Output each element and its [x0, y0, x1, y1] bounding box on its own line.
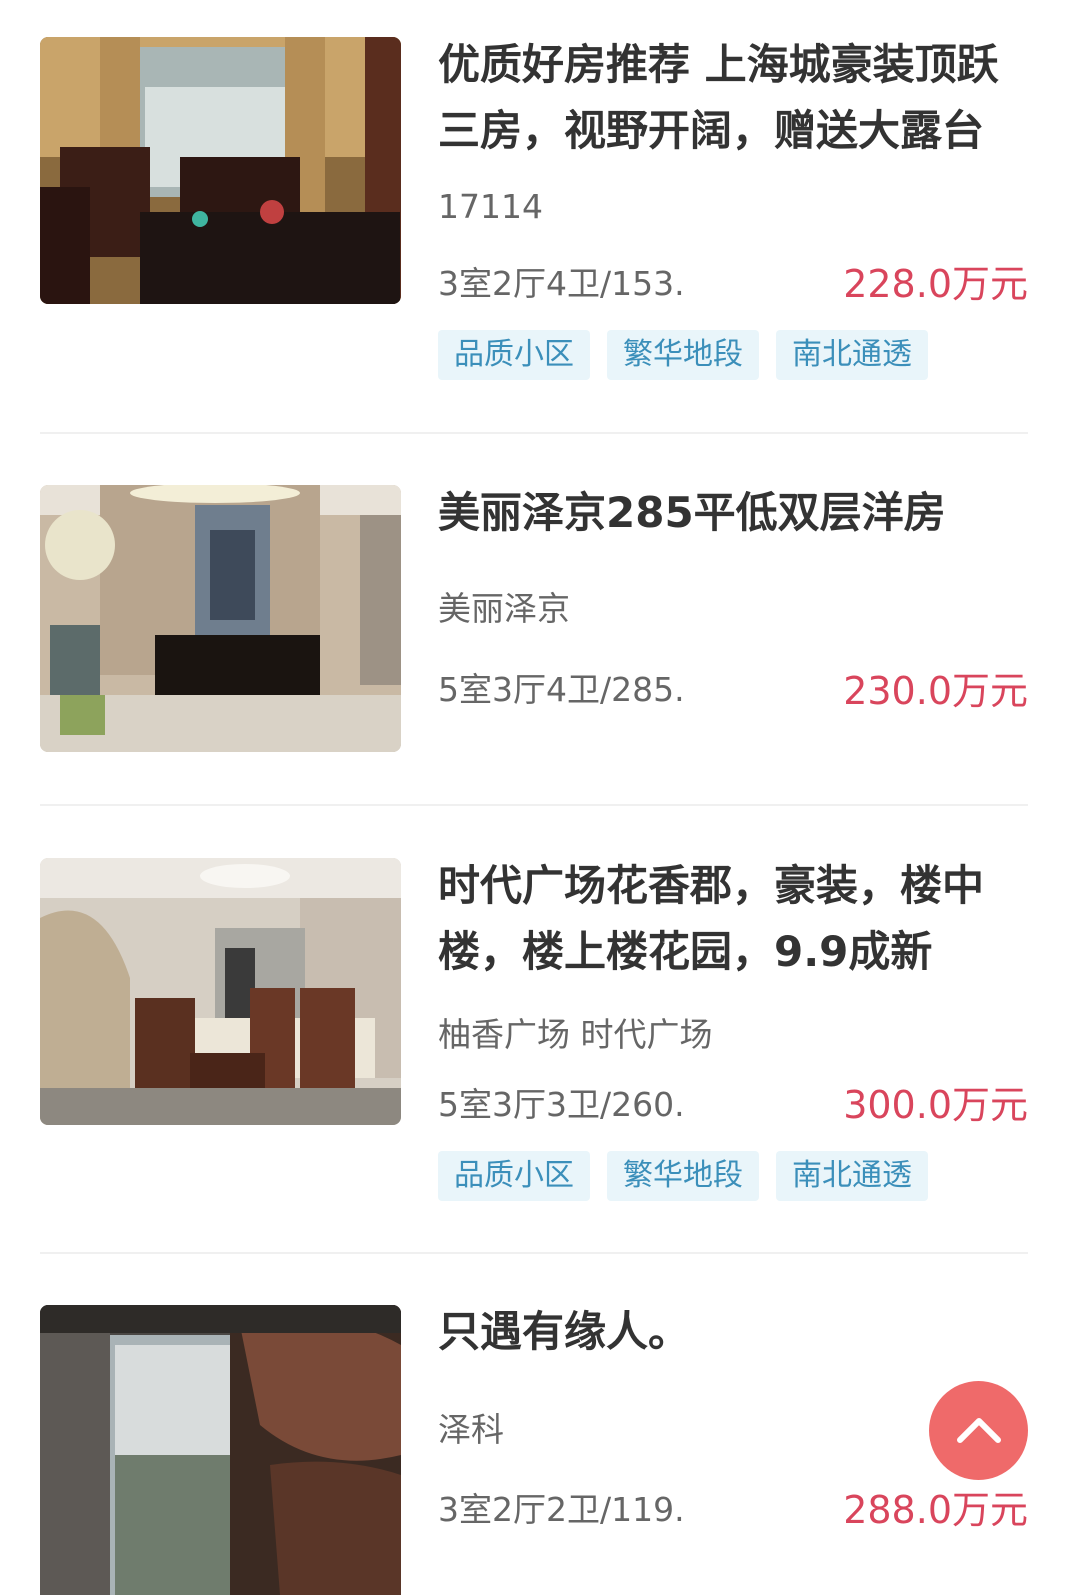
listing-layout: 3室2厅4卫/153.: [438, 264, 685, 303]
listing-title[interactable]: 只遇有缘人。: [438, 1299, 1030, 1365]
tag: 南北通透: [776, 1151, 928, 1201]
divider: [40, 804, 1028, 806]
tag: 品质小区: [438, 330, 590, 380]
listing-community: 柚香广场 时代广场: [438, 1015, 713, 1054]
listing-community: 17114: [438, 187, 543, 226]
listing-price: 288.0万元: [843, 1488, 1028, 1532]
divider: [40, 432, 1028, 434]
back-to-top-button[interactable]: [929, 1381, 1028, 1480]
listing-title[interactable]: 优质好房推荐 上海城豪装顶跃三房，视野开阔，赠送大露台: [438, 32, 1030, 164]
listing-price: 230.0万元: [843, 669, 1028, 713]
listing-layout: 3室2厅2卫/119.: [438, 1490, 685, 1529]
tag: 品质小区: [438, 1151, 590, 1201]
listing-community: 美丽泽京: [438, 589, 570, 628]
listing-card[interactable]: 优质好房推荐 上海城豪装顶跃三房，视野开阔，赠送大露台 17114 3室2厅4卫…: [40, 37, 1028, 382]
listing-card[interactable]: 美丽泽京285平低双层洋房 美丽泽京 5室3厅4卫/285. 230.0万元: [40, 485, 1028, 755]
tag: 繁华地段: [607, 330, 759, 380]
tag: 繁华地段: [607, 1151, 759, 1201]
listing-community: 泽科: [438, 1410, 504, 1449]
listing-photo: [40, 485, 401, 752]
listing-photo: [40, 37, 401, 304]
listing-title[interactable]: 美丽泽京285平低双层洋房: [438, 480, 1030, 546]
listing-card[interactable]: 时代广场花香郡，豪装，楼中楼，楼上楼花园，9.9成新 柚香广场 时代广场 5室3…: [40, 858, 1028, 1203]
listing-photo: [40, 858, 401, 1125]
divider: [40, 1252, 1028, 1254]
listing-photo: [40, 1305, 401, 1595]
chevron-up-icon: [956, 1417, 1001, 1443]
listing-layout: 5室3厅3卫/260.: [438, 1085, 685, 1124]
listing-layout: 5室3厅4卫/285.: [438, 670, 685, 709]
listing-price: 300.0万元: [843, 1083, 1028, 1127]
listing-title[interactable]: 时代广场花香郡，豪装，楼中楼，楼上楼花园，9.9成新: [438, 853, 1030, 985]
listing-card[interactable]: 只遇有缘人。 泽科 3室2厅2卫/119. 288.0万元: [40, 1305, 1028, 1595]
listing-tags: 品质小区 繁华地段 南北通透: [438, 1151, 928, 1201]
listing-price: 228.0万元: [843, 262, 1028, 306]
listing-tags: 品质小区 繁华地段 南北通透: [438, 330, 928, 380]
tag: 南北通透: [776, 330, 928, 380]
